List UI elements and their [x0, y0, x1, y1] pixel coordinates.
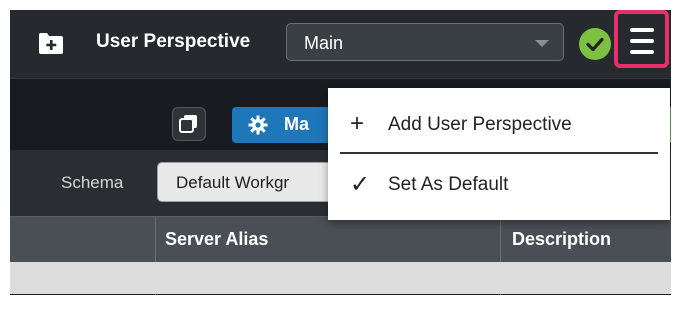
schema-select[interactable]: Default Workgr	[157, 162, 337, 202]
check-circle-icon	[579, 28, 611, 60]
column-header-description[interactable]: Description	[512, 229, 611, 250]
perspective-label: User Perspective	[96, 31, 251, 52]
menu-item-label: Set As Default	[388, 174, 509, 195]
check-icon: ✓	[350, 171, 371, 198]
schema-select-value: Default Workgr	[176, 173, 290, 192]
gear-icon	[248, 115, 268, 135]
menu-item-label: Add User Perspective	[388, 114, 572, 135]
top-bar: User Perspective Main	[10, 10, 671, 78]
perspective-select-value: Main	[304, 33, 344, 53]
menu-item-set-as-default[interactable]: ✓ Set As Default	[328, 156, 670, 214]
column-header-server-alias[interactable]: Server Alias	[165, 229, 268, 250]
table-header: Server Alias Description	[10, 216, 671, 295]
schema-label: Schema	[61, 173, 124, 192]
menu-divider	[340, 152, 658, 154]
menu-item-add-user-perspective[interactable]: + Add User Perspective	[328, 96, 670, 154]
chevron-down-icon	[535, 40, 549, 47]
table-row[interactable]	[10, 262, 671, 294]
copy-icon	[179, 115, 197, 133]
manage-button-label: Ma	[284, 114, 310, 134]
hamburger-bar	[630, 39, 654, 43]
plus-icon: +	[350, 110, 365, 137]
hamburger-bar	[630, 50, 654, 54]
app-window: User Perspective Main Ma Schema Default …	[10, 10, 671, 295]
folder-plus-icon[interactable]	[38, 31, 64, 55]
perspective-select[interactable]: Main	[286, 23, 564, 61]
perspective-menu: + Add User Perspective ✓ Set As Default	[328, 88, 670, 220]
copy-button[interactable]	[172, 107, 206, 141]
hamburger-menu-button[interactable]	[614, 10, 669, 68]
hamburger-menu-icon	[630, 28, 654, 32]
